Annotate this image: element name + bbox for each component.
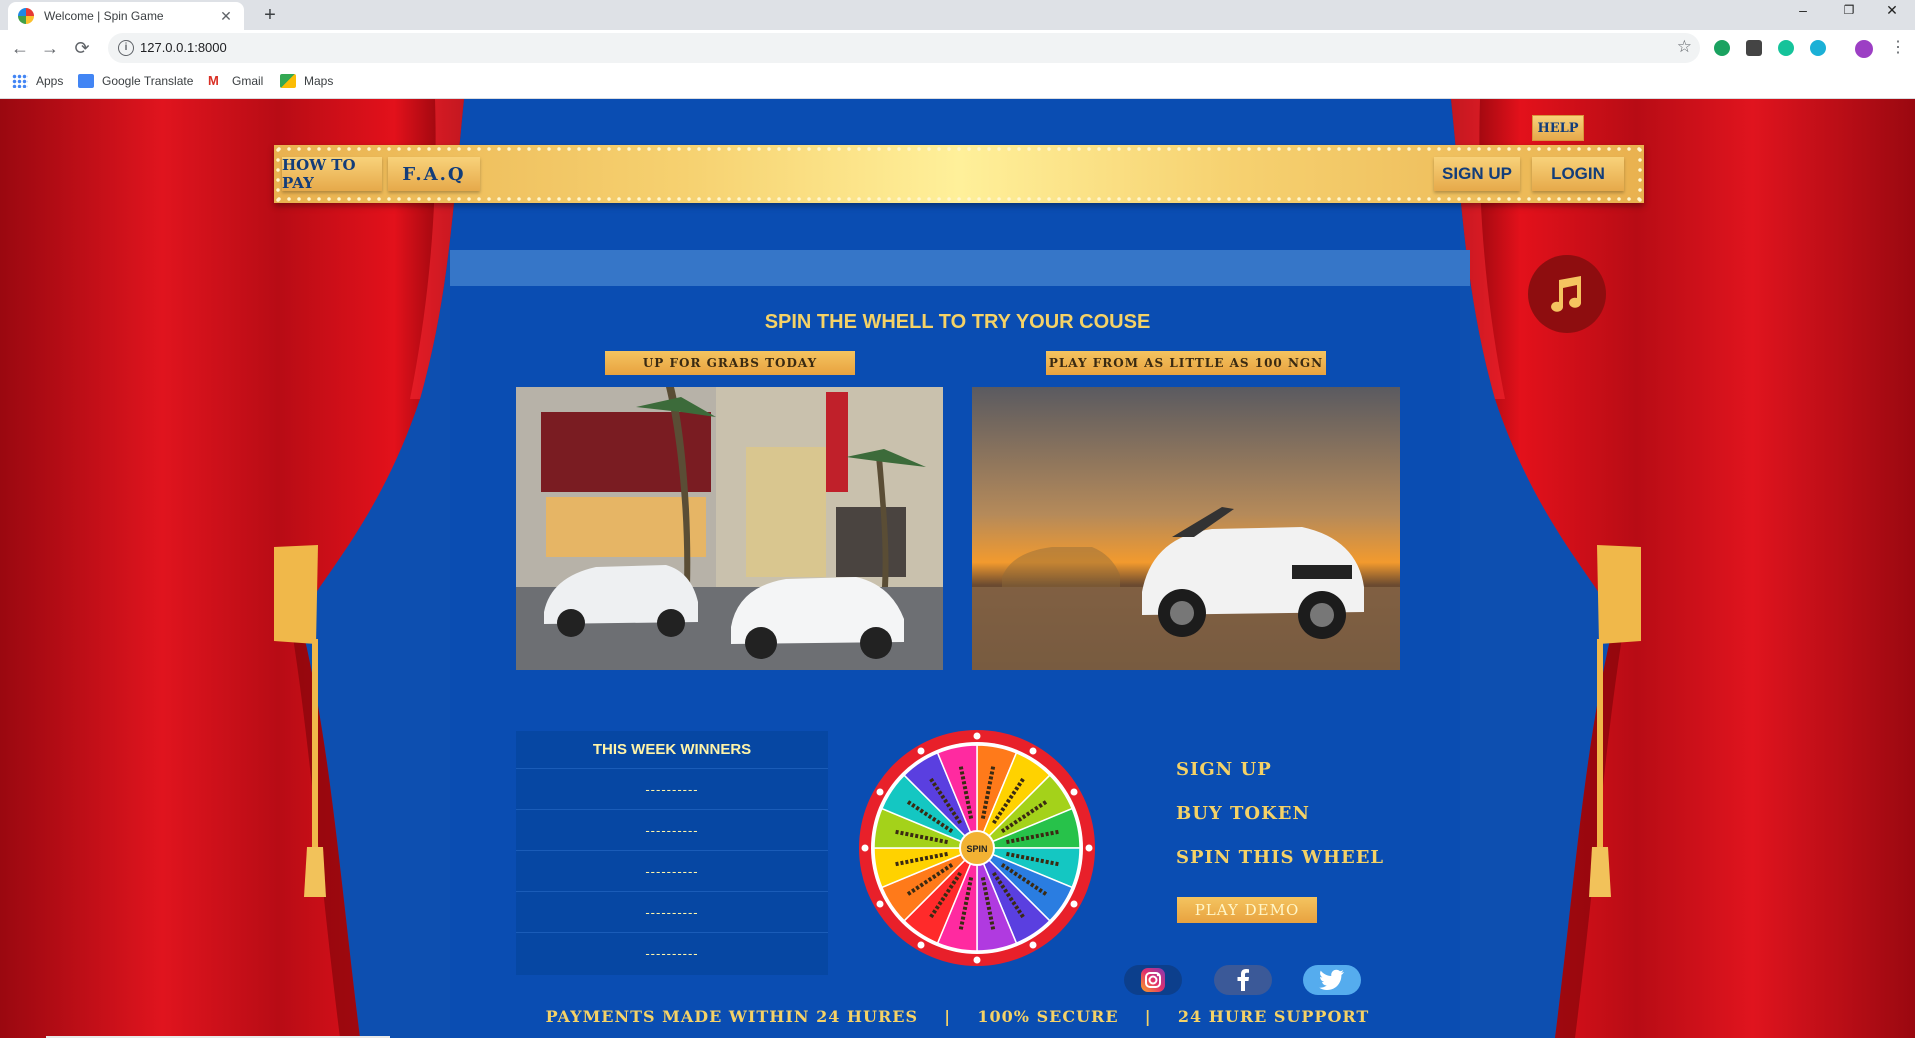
spin-center-label[interactable]: SPIN bbox=[966, 844, 987, 854]
wheel-peg bbox=[876, 788, 884, 796]
instagram-icon bbox=[1141, 968, 1165, 992]
sign-up-button[interactable]: SIGN UP bbox=[1434, 157, 1520, 191]
how-it-works-steps: SIGN UP BUY TOKEN SPIN THIS WHEEL bbox=[1176, 759, 1384, 891]
play-demo-button[interactable]: PLAY DEMO bbox=[1177, 897, 1317, 923]
step-sign-up: SIGN UP bbox=[1176, 759, 1272, 780]
help-button[interactable]: HELP bbox=[1532, 115, 1584, 141]
footer-secure: 100% SECURE bbox=[977, 1007, 1119, 1026]
weekly-winners-panel: THIS WEEK WINNERS ---------- ---------- … bbox=[516, 731, 828, 975]
url-text[interactable]: 127.0.0.1:8000 bbox=[140, 40, 227, 55]
site-info-icon[interactable]: i bbox=[118, 40, 134, 56]
apps-grid-icon bbox=[12, 74, 28, 88]
play-from-banner: PLAY FROM AS LITTLE AS 100 NGN bbox=[1046, 351, 1326, 375]
google-translate-icon bbox=[78, 74, 94, 88]
instagram-button[interactable] bbox=[1124, 965, 1182, 995]
wheel-peg bbox=[973, 956, 981, 964]
footer-support: 24 HURE SUPPORT bbox=[1177, 1007, 1370, 1026]
close-window-button[interactable]: ✕ bbox=[1869, 0, 1915, 22]
bookmark-gmail[interactable]: M Gmail bbox=[208, 73, 263, 89]
right-curtain bbox=[1451, 99, 1915, 1038]
winner-row: ---------- bbox=[516, 851, 828, 892]
wheel-peg bbox=[876, 900, 884, 908]
winner-row: ---------- bbox=[645, 946, 699, 961]
reload-icon[interactable]: ⟳ bbox=[70, 36, 94, 60]
wheel-peg bbox=[973, 732, 981, 740]
step-buy-token: BUY TOKEN bbox=[1176, 803, 1310, 824]
footer-guarantees: PAYMENTS MADE WITHIN 24 HURES | 100% SEC… bbox=[0, 1007, 1915, 1026]
wheel-peg bbox=[1085, 844, 1093, 852]
winner-row: ---------- bbox=[516, 769, 828, 810]
left-curtain bbox=[0, 99, 464, 1038]
site-favicon-icon bbox=[18, 8, 34, 24]
maps-icon bbox=[280, 74, 296, 88]
wheel-peg bbox=[1029, 941, 1037, 949]
restore-window-button[interactable]: ❐ bbox=[1826, 0, 1872, 22]
minimize-window-button[interactable]: – bbox=[1780, 0, 1826, 22]
up-for-grabs-banner: UP FOR GRABS TODAY bbox=[605, 351, 855, 375]
tab-title: Welcome | Spin Game bbox=[44, 9, 164, 23]
winners-title: THIS WEEK WINNERS bbox=[516, 731, 828, 769]
extension-teal-icon[interactable] bbox=[1810, 40, 1826, 56]
browser-menu-icon[interactable]: ⋮ bbox=[1886, 36, 1910, 60]
extension-dark-icon[interactable] bbox=[1746, 40, 1762, 56]
prize-convertible-beach-image bbox=[972, 387, 1400, 670]
header-marquee-bar: HOW TO PAY F.A.Q SIGN UP LOGIN bbox=[274, 145, 1644, 203]
bookmark-google-translate[interactable]: Google Translate bbox=[78, 74, 193, 88]
footer-separator: | bbox=[944, 1007, 952, 1026]
bookmarks-bar: Apps Google Translate M Gmail Maps bbox=[0, 66, 1915, 99]
wheel-peg bbox=[1029, 747, 1037, 755]
step-spin-wheel: SPIN THIS WHEEL bbox=[1176, 847, 1385, 868]
winner-row: ---------- bbox=[516, 810, 828, 851]
browser-tab[interactable]: Welcome | Spin Game ✕ bbox=[8, 2, 244, 30]
close-tab-icon[interactable]: ✕ bbox=[218, 8, 234, 25]
wheel-peg bbox=[917, 747, 925, 755]
how-to-pay-link[interactable]: HOW TO PAY bbox=[282, 156, 382, 192]
forward-arrow-icon[interactable]: → bbox=[38, 36, 62, 60]
gmail-icon: M bbox=[208, 73, 219, 88]
page-content: HELP HOW TO PAY F.A.Q SIGN UP LOGIN SPIN… bbox=[0, 99, 1915, 1038]
extension-green-icon[interactable] bbox=[1714, 40, 1730, 56]
login-button[interactable]: LOGIN bbox=[1532, 157, 1624, 191]
grammarly-icon[interactable] bbox=[1778, 40, 1794, 56]
music-note-icon bbox=[1551, 276, 1582, 312]
bookmark-apps[interactable]: Apps bbox=[12, 74, 63, 88]
back-arrow-icon[interactable]: ← bbox=[8, 36, 32, 60]
info-strip bbox=[450, 250, 1470, 286]
twitter-icon bbox=[1319, 969, 1344, 990]
prize-cars-storefront-image bbox=[516, 387, 943, 670]
wheel-peg bbox=[917, 941, 925, 949]
faq-link[interactable]: F.A.Q bbox=[388, 157, 480, 191]
footer-separator: | bbox=[1144, 1007, 1152, 1026]
bookmark-maps[interactable]: Maps bbox=[280, 74, 333, 88]
profile-avatar[interactable] bbox=[1855, 40, 1873, 58]
footer-payments: PAYMENTS MADE WITHIN 24 HURES bbox=[545, 1007, 919, 1026]
winner-row: ---------- bbox=[516, 892, 828, 933]
address-bar[interactable]: i 127.0.0.1:8000 ☆ bbox=[108, 33, 1700, 63]
bookmark-star-icon[interactable]: ☆ bbox=[1677, 37, 1692, 57]
twitter-button[interactable] bbox=[1303, 965, 1361, 995]
browser-tab-bar: Welcome | Spin Game ✕ + – ❐ ✕ bbox=[0, 0, 1915, 30]
wheel-peg bbox=[861, 844, 869, 852]
page-title: SPIN THE WHELL TO TRY YOUR COUSE bbox=[764, 311, 1151, 333]
wheel-peg bbox=[1070, 788, 1078, 796]
facebook-icon bbox=[1237, 969, 1249, 991]
browser-toolbar: ← → ⟳ i 127.0.0.1:8000 ☆ ⋮ bbox=[0, 30, 1915, 66]
facebook-button[interactable] bbox=[1214, 965, 1272, 995]
new-tab-button[interactable]: + bbox=[256, 2, 284, 28]
spin-wheel[interactable]: SPIN bbox=[858, 729, 1096, 967]
wheel-peg bbox=[1070, 900, 1078, 908]
spin-wheel-graphic: SPIN bbox=[859, 730, 1095, 966]
